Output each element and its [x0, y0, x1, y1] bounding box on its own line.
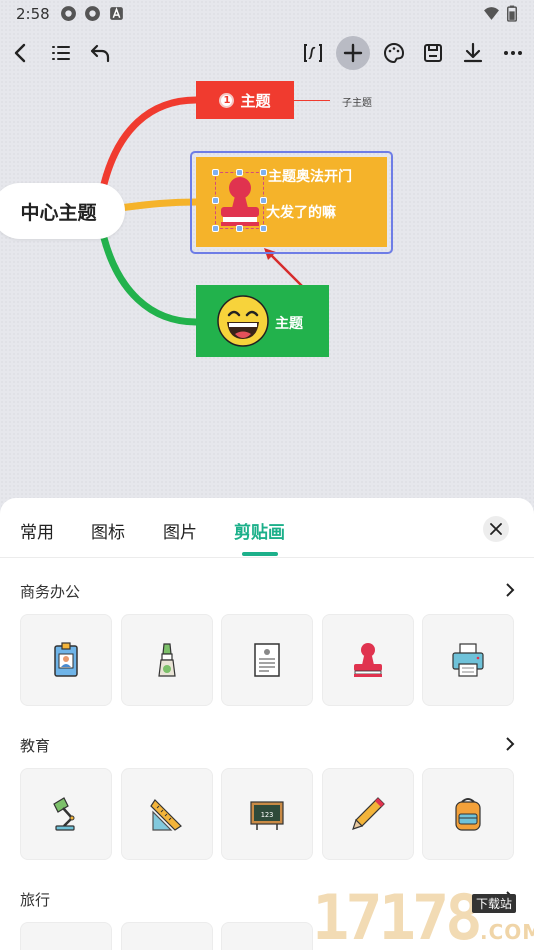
pencil-icon: [352, 797, 385, 830]
chevron-right-icon[interactable]: [503, 583, 517, 597]
center-topic[interactable]: 中心主题: [0, 183, 125, 239]
topic-text-line1: 主题奥法开门: [268, 169, 352, 185]
save-button[interactable]: [416, 36, 450, 70]
clipart-tile[interactable]: [20, 768, 112, 860]
status-time: 2:58: [16, 5, 50, 23]
watermark-digits: 17178: [312, 881, 483, 950]
backpack-icon: [455, 798, 481, 831]
printer-icon: [452, 643, 484, 677]
image-selection-box: [215, 172, 264, 229]
tab-clipart[interactable]: 剪贴画: [234, 518, 285, 543]
clipart-tile[interactable]: [20, 922, 112, 950]
blackboard-icon: 123: [250, 801, 284, 830]
subtopic-connector: [294, 100, 330, 101]
clipart-tile[interactable]: [121, 922, 213, 950]
formula-icon: [304, 44, 322, 62]
wifi-icon: [484, 7, 499, 20]
topic-node-red[interactable]: 1 主题: [196, 81, 294, 119]
save-icon: [424, 44, 442, 62]
laughing-face-icon[interactable]: [217, 295, 269, 347]
close-button[interactable]: [483, 516, 509, 542]
watermark-suffix: .COM: [480, 920, 534, 944]
battery-icon: [507, 5, 517, 22]
subtopic-label[interactable]: 子主题: [342, 94, 372, 109]
resize-handle[interactable]: [260, 225, 267, 232]
outline-icon: [52, 46, 70, 60]
watermark-logo: 17178 下载站 .COM: [312, 886, 534, 950]
tab-images[interactable]: 图片: [163, 518, 197, 543]
topic-label-green: 主题: [275, 316, 303, 332]
section-title-travel: 旅行: [20, 891, 51, 909]
resize-handle[interactable]: [236, 225, 243, 232]
back-icon: [14, 43, 26, 63]
clipart-tile[interactable]: [121, 614, 213, 706]
clipart-tile[interactable]: [221, 922, 313, 950]
download-button[interactable]: [456, 36, 490, 70]
close-icon: [490, 523, 502, 535]
back-button[interactable]: [4, 36, 38, 70]
undo-icon: [90, 44, 110, 63]
resize-handle[interactable]: [212, 197, 219, 204]
glue-bottle-icon: [158, 643, 176, 677]
top-toolbar: [0, 30, 534, 76]
resize-handle[interactable]: [236, 169, 243, 176]
network-icon: [61, 6, 76, 21]
topic-text-line2: 大发了的嘛: [266, 205, 336, 221]
clipart-tile[interactable]: [221, 614, 313, 706]
topic-label: 主题: [240, 91, 271, 110]
section-title-business: 商务办公: [20, 583, 81, 601]
tab-icons[interactable]: 图标: [91, 518, 125, 543]
resize-handle[interactable]: [212, 169, 219, 176]
palette-icon: [384, 42, 405, 64]
tab-common[interactable]: 常用: [20, 518, 54, 543]
clipart-tile[interactable]: [422, 614, 514, 706]
more-button[interactable]: [496, 36, 530, 70]
watermark-badge: 下载站: [472, 894, 517, 913]
section-title-education: 教育: [20, 737, 51, 755]
document-icon: [254, 643, 280, 677]
add-icon: [343, 43, 363, 63]
clipart-tile[interactable]: [322, 614, 414, 706]
clipart-tile[interactable]: [121, 768, 213, 860]
network-icon: [85, 6, 100, 21]
undo-button[interactable]: [83, 36, 117, 70]
clipart-tile[interactable]: [20, 614, 112, 706]
active-tab-indicator: [242, 552, 278, 556]
priority-badge: 1: [219, 92, 235, 108]
chevron-right-icon[interactable]: [503, 737, 517, 751]
clipart-tile[interactable]: [322, 768, 414, 860]
clipart-tile[interactable]: [422, 768, 514, 860]
palette-button[interactable]: [377, 36, 411, 70]
svg-text:123: 123: [261, 811, 274, 819]
id-badge-icon: [54, 642, 78, 677]
desk-lamp-icon: [53, 797, 75, 831]
download-icon: [463, 42, 483, 63]
status-bar: 2:58: [0, 0, 534, 28]
panel-tabs: 常用 图标 图片 剪贴画: [0, 498, 534, 558]
add-button[interactable]: [336, 36, 370, 70]
more-icon: [504, 51, 522, 55]
ruler-triangle-icon: [150, 799, 182, 831]
stamp-icon: [354, 643, 382, 677]
resize-handle[interactable]: [260, 169, 267, 176]
formula-button[interactable]: [296, 36, 330, 70]
resize-handle[interactable]: [212, 225, 219, 232]
outline-button[interactable]: [44, 36, 78, 70]
notification-a-icon: [110, 7, 123, 20]
center-topic-label: 中心主题: [20, 201, 97, 224]
clipart-tile[interactable]: 123: [221, 768, 313, 860]
